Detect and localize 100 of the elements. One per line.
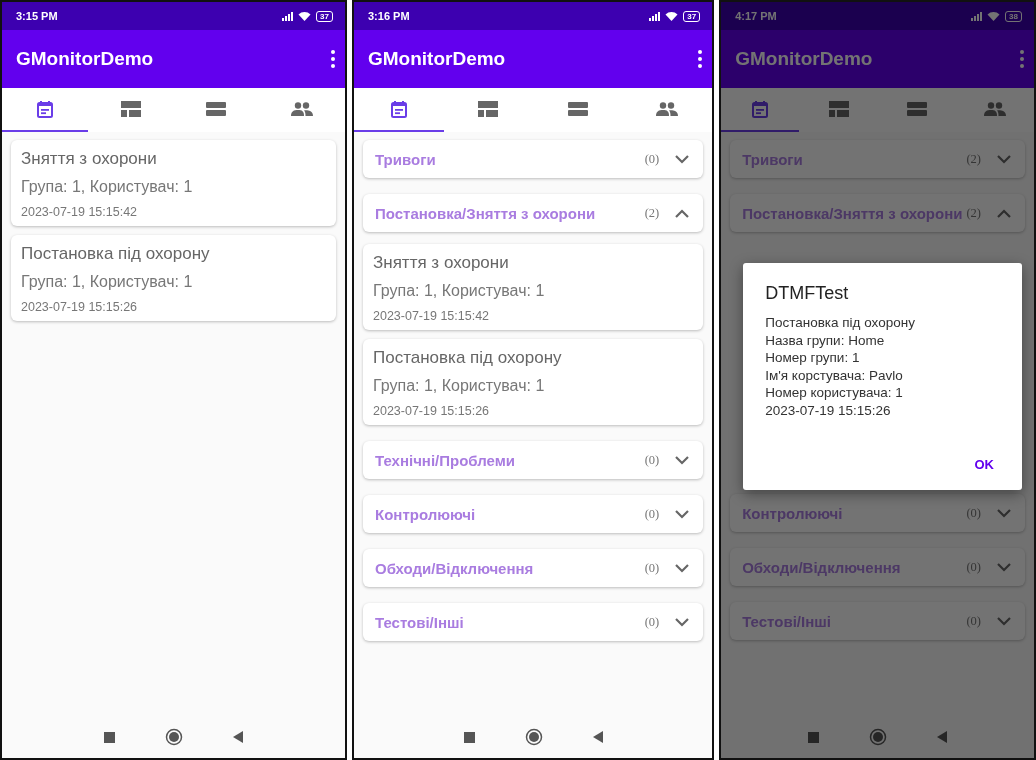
section-title: Контролюючі (742, 504, 844, 522)
recents-icon[interactable] (808, 731, 820, 743)
section-header[interactable]: Постановка/Зняття з охорони (2) (363, 194, 704, 232)
wifi-icon (665, 11, 679, 21)
chevron-down-icon[interactable] (997, 508, 1011, 518)
battery-level: 37 (683, 10, 701, 22)
calendar-icon (36, 100, 53, 118)
status-time: 4:17 PM (735, 10, 778, 22)
chevron-down-icon[interactable] (675, 509, 690, 519)
rows-icon (567, 102, 588, 116)
wifi-icon (987, 11, 1001, 21)
signal-icon (649, 11, 661, 21)
event-time: 2023-07-19 15:15:42 (21, 204, 139, 221)
chevron-down-icon[interactable] (675, 455, 690, 465)
event-time: 2023-07-19 15:15:26 (21, 299, 139, 316)
section-count: (0) (966, 559, 981, 575)
section-header[interactable]: Тестові/Інші (0) (730, 602, 1025, 640)
recents-icon[interactable] (463, 731, 475, 743)
section-title: Постановка/Зняття з охорони (742, 204, 963, 222)
event-details: Група: 1, Користувач: 1 (373, 281, 546, 301)
section-count: (0) (966, 613, 981, 629)
chevron-up-icon[interactable] (675, 208, 690, 218)
section-count: (2) (644, 205, 660, 221)
chevron-down-icon[interactable] (675, 563, 690, 573)
event-card[interactable]: Зняття з охорони Група: 1, Користувач: 1 2023-07-19 15:15:42 (363, 244, 704, 330)
section-count: (2) (966, 151, 981, 167)
section-count: (0) (644, 506, 660, 522)
ok-button[interactable]: OK (968, 449, 1000, 480)
app-title: GMonitorDemo (735, 48, 874, 70)
section-title: Тривоги (742, 150, 804, 168)
event-time: 2023-07-19 15:15:42 (373, 308, 491, 325)
event-card[interactable]: Постановка під охорону Група: 1, Користувач: 1 2023-07-19 15:15:26 (11, 235, 336, 321)
chevron-down-icon[interactable] (675, 617, 690, 627)
section-header[interactable]: Контролюючі (0) (363, 495, 704, 533)
section-title: Постановка/Зняття з охорони (375, 204, 597, 222)
section-header[interactable]: Тривоги (2) (730, 140, 1025, 178)
event-details: Група: 1, Користувач: 1 (21, 177, 194, 197)
calendar-icon (752, 100, 769, 118)
overflow-menu-icon[interactable] (1020, 50, 1024, 68)
section-count: (0) (644, 560, 660, 576)
battery-level: 38 (1005, 10, 1022, 22)
app-title: GMonitorDemo (16, 48, 155, 70)
section-count: (0) (644, 452, 660, 468)
battery-level: 37 (316, 10, 333, 22)
section-title: Тривоги (375, 150, 437, 168)
section-count: (0) (644, 614, 660, 630)
section-title: Обходи/Відключення (375, 559, 535, 577)
back-icon[interactable] (233, 731, 243, 743)
section-title: Тестові/Інші (742, 612, 832, 630)
section-header[interactable]: Обходи/Відключення (0) (363, 549, 704, 587)
back-icon[interactable] (592, 731, 603, 743)
section-count: (0) (966, 505, 981, 521)
chevron-down-icon[interactable] (997, 562, 1011, 572)
event-card[interactable]: Зняття з охорони Група: 1, Користувач: 1 2023-07-19 15:15:42 (11, 140, 336, 226)
dialog-title: DTMFTest (765, 283, 850, 304)
event-time: 2023-07-19 15:15:26 (373, 403, 491, 420)
home-icon[interactable] (165, 728, 183, 746)
app-title: GMonitorDemo (368, 48, 507, 70)
section-header[interactable]: Тестові/Інші (0) (363, 603, 704, 641)
section-header[interactable]: Технічні/Проблеми (0) (363, 441, 704, 479)
chevron-up-icon[interactable] (997, 208, 1011, 218)
event-title: Постановка під охорону (373, 347, 563, 369)
event-title: Зняття з охорони (373, 252, 510, 274)
section-title: Тестові/Інші (375, 613, 465, 631)
overflow-menu-icon[interactable] (331, 50, 335, 68)
status-time: 3:16 PM (368, 10, 411, 22)
rows-icon (906, 102, 927, 116)
event-title: Зняття з охорони (21, 148, 158, 170)
signal-icon (282, 11, 294, 21)
chevron-down-icon[interactable] (997, 616, 1011, 626)
chevron-down-icon[interactable] (997, 154, 1011, 164)
grid-icon (478, 101, 499, 117)
chevron-down-icon[interactable] (675, 154, 690, 164)
event-details: Група: 1, Користувач: 1 (21, 272, 194, 292)
section-title: Обходи/Відключення (742, 558, 902, 576)
status-time: 3:15 PM (16, 10, 59, 22)
overflow-menu-icon[interactable] (698, 50, 703, 68)
people-icon (291, 102, 314, 116)
section-count: (2) (966, 205, 981, 221)
calendar-icon (390, 100, 407, 118)
back-icon[interactable] (937, 731, 948, 743)
recents-icon[interactable] (104, 731, 115, 743)
event-title: Постановка під охорону (21, 243, 211, 265)
section-header[interactable]: Постановка/Зняття з охорони (2) (730, 194, 1025, 232)
section-header[interactable]: Тривоги (0) (363, 140, 704, 178)
home-icon[interactable] (869, 728, 888, 746)
section-title: Технічні/Проблеми (375, 451, 517, 469)
section-header[interactable]: Обходи/Відключення (0) (730, 548, 1025, 586)
home-icon[interactable] (524, 728, 543, 746)
dialog-message: Постановка під охорону Назва групи: Home Номер групи: 1 Ім'я корстувача: Pavlo Номер користувача: 1 2023-07-19 15:15:26 (765, 314, 916, 419)
section-title: Контролюючі (375, 505, 477, 523)
event-card[interactable]: Постановка під охорону Група: 1, Користувач: 1 2023-07-19 15:15:26 (363, 339, 704, 425)
section-count: (0) (644, 151, 660, 167)
grid-icon (120, 101, 141, 117)
event-details: Група: 1, Користувач: 1 (373, 376, 546, 396)
people-icon (656, 102, 679, 116)
signal-icon (971, 11, 983, 21)
rows-icon (206, 102, 227, 116)
section-header[interactable]: Контролюючі (0) (730, 494, 1025, 532)
wifi-icon (298, 11, 312, 21)
